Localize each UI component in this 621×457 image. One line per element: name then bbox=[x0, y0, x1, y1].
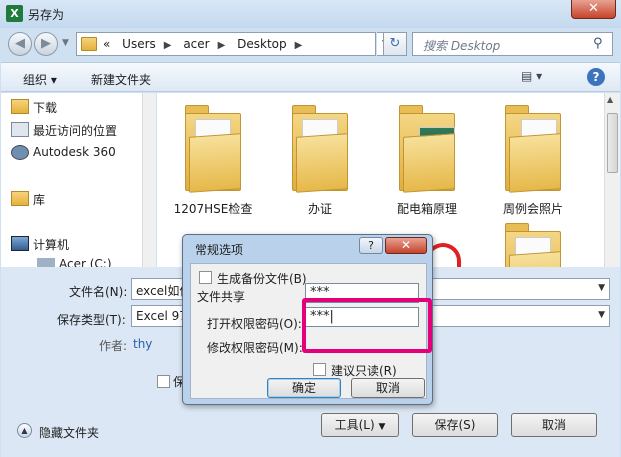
folder-label[interactable]: 办证 bbox=[270, 200, 370, 217]
filename-label: 文件名(N): bbox=[69, 285, 128, 299]
breadcrumb-acer[interactable]: acer bbox=[183, 37, 209, 51]
save-button[interactable]: 保存(S) bbox=[412, 413, 498, 437]
search-placeholder: 搜索 Desktop bbox=[423, 39, 501, 53]
recent-pages-chevron-icon[interactable]: ▼ bbox=[62, 38, 69, 48]
window-title: 另存为 bbox=[28, 8, 65, 22]
folder-label[interactable]: 配电箱原理 bbox=[377, 200, 477, 217]
author-value[interactable]: thy bbox=[133, 337, 152, 351]
address-bar[interactable]: « Users ▶ acer ▶ Desktop ▶ bbox=[76, 32, 376, 56]
folder-label[interactable]: 1207HSE检查 bbox=[163, 200, 263, 217]
hide-folders-button[interactable]: 隐藏文件夹 bbox=[39, 424, 99, 441]
folder-icon bbox=[81, 37, 97, 51]
search-input[interactable]: 搜索 Desktop ⚲ bbox=[412, 32, 613, 56]
filetype-value: Excel 97 bbox=[136, 309, 187, 323]
folder-icon[interactable] bbox=[505, 223, 561, 267]
backup-label: 生成备份文件(B) bbox=[217, 272, 307, 286]
chevron-right-icon[interactable]: ▶ bbox=[218, 40, 226, 51]
cancel-button[interactable]: 取消 bbox=[511, 413, 597, 437]
nav-item-drive-c[interactable]: Acer (C:) bbox=[59, 257, 112, 267]
breadcrumb-users[interactable]: Users bbox=[122, 37, 156, 51]
recent-places-icon bbox=[11, 122, 29, 137]
scroll-up-icon[interactable]: ▲ bbox=[607, 95, 613, 104]
folder-icon[interactable] bbox=[505, 105, 561, 193]
new-folder-button[interactable]: 新建文件夹 bbox=[91, 71, 151, 88]
drive-icon bbox=[37, 258, 55, 267]
file-sharing-group-label: 文件共享 bbox=[197, 290, 246, 304]
nav-item-autodesk[interactable]: Autodesk 360 bbox=[33, 145, 116, 159]
scroll-thumb[interactable] bbox=[607, 113, 618, 173]
toolbar: 组织 ▾ 新建文件夹 ▤ ▾ ? bbox=[1, 62, 620, 92]
title-bar: X 另存为 bbox=[0, 0, 621, 28]
help-icon[interactable]: ? bbox=[587, 68, 605, 86]
author-label: 作者: bbox=[99, 339, 128, 353]
folder-icon[interactable] bbox=[185, 105, 241, 193]
folder-icon[interactable] bbox=[292, 105, 348, 193]
nav-item-library[interactable]: 库 bbox=[33, 191, 45, 208]
nav-item-recent[interactable]: 最近访问的位置 bbox=[33, 122, 117, 139]
breadcrumb-overflow[interactable]: « bbox=[103, 37, 110, 51]
chevron-down-icon: ▼ bbox=[378, 422, 386, 432]
readonly-checkbox[interactable] bbox=[313, 363, 326, 376]
navigation-pane: 下载 最近访问的位置 Autodesk 360 库 计算机 Acer (C:) bbox=[1, 93, 156, 267]
password-highlight-box bbox=[302, 298, 432, 353]
dialog-title: 常规选项 bbox=[195, 243, 244, 257]
computer-icon bbox=[11, 236, 29, 251]
download-folder-icon bbox=[11, 99, 29, 114]
backup-checkbox[interactable] bbox=[199, 271, 212, 284]
chevron-up-icon[interactable]: ▲ bbox=[17, 423, 32, 438]
nav-scrollbar[interactable] bbox=[142, 93, 156, 267]
readonly-label: 建议只读(R) bbox=[331, 364, 397, 378]
tools-label: 工具(L) bbox=[334, 418, 375, 432]
modify-password-label: 修改权限密码(M): bbox=[207, 341, 303, 355]
chevron-down-icon[interactable]: ▼ bbox=[598, 283, 605, 293]
forward-arrow-icon[interactable]: ▶ bbox=[34, 32, 58, 56]
excel-icon: X bbox=[6, 5, 23, 22]
file-scrollbar[interactable]: ▲ bbox=[604, 93, 620, 267]
dialog-cancel-button[interactable]: 取消 bbox=[351, 378, 425, 398]
window-close-button[interactable]: ✕ bbox=[571, 0, 616, 19]
search-icon[interactable]: ⚲ bbox=[593, 36, 603, 51]
tools-button[interactable]: 工具(L) ▼ bbox=[321, 413, 399, 437]
chevron-right-icon[interactable]: ▶ bbox=[164, 40, 172, 51]
refresh-icon[interactable]: ↻ bbox=[383, 32, 407, 56]
filetype-label: 保存类型(T): bbox=[57, 313, 126, 327]
breadcrumb-desktop[interactable]: Desktop bbox=[237, 37, 287, 51]
breadcrumb: « Users ▶ acer ▶ Desktop ▶ bbox=[103, 37, 310, 51]
library-icon bbox=[11, 191, 29, 206]
chevron-right-icon[interactable]: ▶ bbox=[295, 40, 303, 51]
change-view-icon[interactable]: ▤ ▾ bbox=[521, 69, 557, 87]
chevron-down-icon[interactable]: ▼ bbox=[598, 310, 605, 320]
thumbnail-checkbox[interactable] bbox=[157, 375, 170, 388]
dialog-close-button[interactable]: ✕ bbox=[385, 237, 427, 254]
folder-label[interactable]: 周例会照片 bbox=[483, 200, 583, 217]
open-password-label: 打开权限密码(O): bbox=[207, 317, 302, 331]
back-arrow-icon[interactable]: ◀ bbox=[8, 32, 32, 56]
nav-item-downloads[interactable]: 下载 bbox=[33, 99, 57, 116]
ok-button[interactable]: 确定 bbox=[267, 378, 341, 398]
autodesk-cloud-icon bbox=[11, 145, 29, 160]
organize-button[interactable]: 组织 ▾ bbox=[23, 71, 57, 88]
folder-icon[interactable] bbox=[399, 105, 455, 193]
dialog-help-button[interactable]: ? bbox=[359, 237, 383, 254]
nav-item-computer[interactable]: 计算机 bbox=[33, 236, 69, 253]
